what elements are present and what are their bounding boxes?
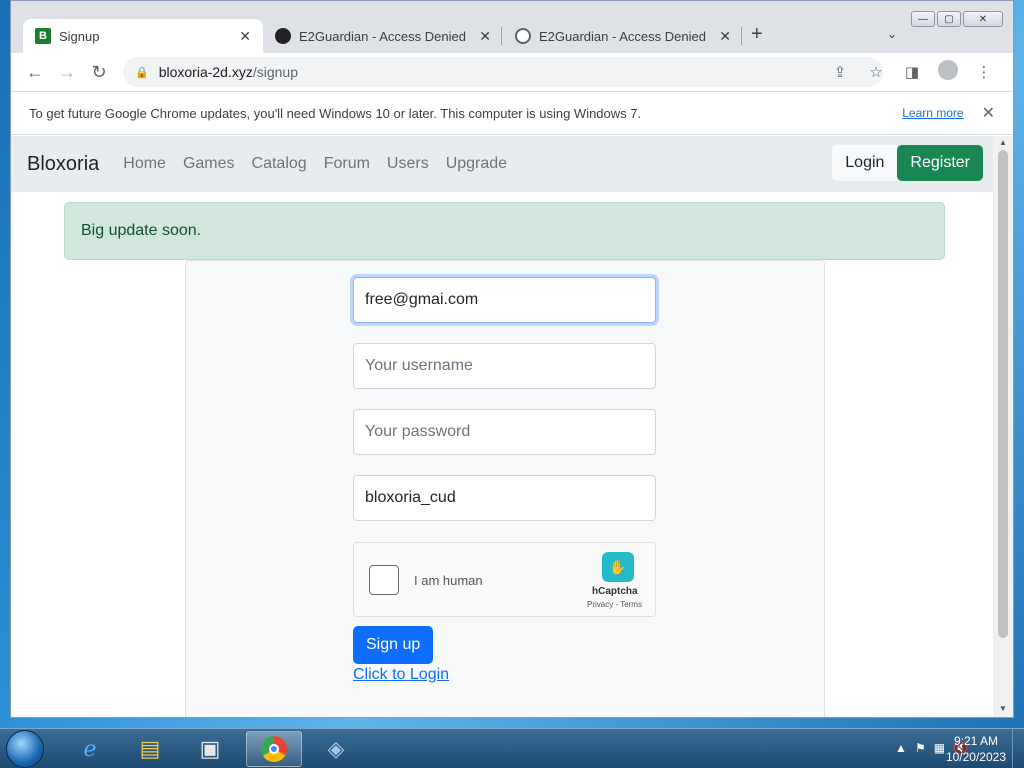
site-brand[interactable]: Bloxoria bbox=[27, 153, 99, 176]
tab-separator bbox=[501, 27, 502, 45]
captcha-label: I am human bbox=[414, 573, 483, 588]
password-input[interactable] bbox=[353, 409, 656, 455]
captcha-terms-link[interactable]: Privacy - Terms bbox=[587, 600, 642, 609]
close-tab-icon[interactable]: ✕ bbox=[239, 28, 251, 45]
chrome-logo-icon bbox=[261, 736, 287, 762]
hcaptcha-logo-icon: ✋ bbox=[602, 552, 634, 582]
share-icon[interactable]: ⇪ bbox=[825, 63, 855, 81]
window-controls: — ▢ ✕ bbox=[911, 11, 1003, 27]
forward-icon[interactable]: → bbox=[51, 62, 83, 83]
tab-title: E2Guardian - Access Denied bbox=[539, 28, 706, 44]
globe-icon bbox=[515, 28, 531, 44]
tab-search-chevron-icon[interactable]: ⌄ bbox=[887, 27, 897, 41]
back-icon[interactable]: ← bbox=[19, 62, 51, 83]
click-to-login-link[interactable]: Click to Login bbox=[353, 666, 449, 684]
action-center-flag-icon[interactable]: ⚑ bbox=[915, 741, 926, 755]
new-tab-icon[interactable]: + bbox=[751, 23, 763, 46]
github-icon bbox=[275, 28, 291, 44]
minimize-icon[interactable]: — bbox=[911, 11, 935, 27]
start-button[interactable] bbox=[6, 730, 44, 768]
tab-separator bbox=[741, 27, 742, 45]
close-tab-icon[interactable]: ✕ bbox=[479, 28, 491, 45]
internet-explorer-icon[interactable]: ℯ bbox=[62, 731, 118, 767]
show-hidden-icons-icon[interactable]: ▲ bbox=[895, 741, 907, 755]
close-window-icon[interactable]: ✕ bbox=[963, 11, 1003, 27]
scroll-up-icon[interactable]: ▲ bbox=[999, 138, 1007, 147]
login-button[interactable]: Login bbox=[832, 145, 898, 181]
network-icon[interactable]: ▦ bbox=[934, 741, 945, 755]
register-button[interactable]: Register bbox=[897, 145, 983, 181]
profile-avatar-icon[interactable] bbox=[933, 60, 963, 84]
site-navbar: Bloxoria Home Games Catalog Forum Users … bbox=[11, 136, 995, 192]
infobar-message: To get future Google Chrome updates, you… bbox=[29, 105, 642, 121]
username-input[interactable] bbox=[353, 343, 656, 389]
close-infobar-icon[interactable]: ✕ bbox=[982, 103, 995, 123]
learn-more-link[interactable]: Learn more bbox=[902, 106, 963, 120]
tab-e2guardian-1[interactable]: E2Guardian - Access Denied ✕ bbox=[263, 19, 503, 53]
address-path: /signup bbox=[252, 64, 299, 80]
hcaptcha-widget: I am human ✋ hCaptcha Privacy - Terms bbox=[353, 542, 656, 617]
chrome-window: — ▢ ✕ B Signup ✕ E2Guardian - Access Den… bbox=[10, 0, 1014, 718]
menu-kebab-icon[interactable]: ⋮ bbox=[969, 63, 999, 81]
close-tab-icon[interactable]: ✕ bbox=[719, 28, 731, 45]
scroll-thumb[interactable] bbox=[998, 150, 1008, 638]
reload-icon[interactable]: ↻ bbox=[83, 62, 115, 83]
show-desktop-button[interactable] bbox=[1012, 729, 1024, 768]
lock-icon[interactable]: 🔒 bbox=[135, 66, 149, 79]
nav-games[interactable]: Games bbox=[183, 155, 235, 173]
chrome-taskbar-icon[interactable] bbox=[246, 731, 302, 767]
signup-card: I am human ✋ hCaptcha Privacy - Terms Si… bbox=[185, 260, 825, 717]
page-viewport: Bloxoria Home Games Catalog Forum Users … bbox=[11, 136, 995, 717]
update-infobar: To get future Google Chrome updates, you… bbox=[11, 91, 1013, 135]
tab-title: Signup bbox=[59, 28, 100, 44]
announcement-alert: Big update soon. bbox=[64, 202, 945, 260]
nav-home[interactable]: Home bbox=[123, 155, 166, 173]
app-launcher-icon[interactable]: ▣ bbox=[182, 731, 238, 767]
address-bar[interactable]: 🔒 bloxoria-2d.xyz/signup bbox=[123, 57, 883, 87]
browser-toolbar: ← → ↻ 🔒 bloxoria-2d.xyz/signup ⇪ ☆ ◨ ⋮ bbox=[11, 53, 1013, 91]
virtualbox-icon[interactable]: ◈ bbox=[308, 731, 364, 767]
email-field[interactable] bbox=[353, 277, 656, 323]
nav-catalog[interactable]: Catalog bbox=[252, 155, 307, 173]
page-scrollbar[interactable]: ▲ ▼ bbox=[993, 136, 1013, 717]
side-panel-icon[interactable]: ◨ bbox=[897, 63, 927, 81]
nav-users[interactable]: Users bbox=[387, 155, 429, 173]
file-explorer-icon[interactable]: ▤ bbox=[122, 731, 178, 767]
tab-title: E2Guardian - Access Denied bbox=[299, 28, 466, 44]
auth-buttons: Login Register bbox=[832, 145, 983, 181]
clock-date: 10/20/2023 bbox=[945, 750, 1006, 764]
maximize-icon[interactable]: ▢ bbox=[937, 11, 961, 27]
nav-upgrade[interactable]: Upgrade bbox=[446, 155, 507, 173]
scroll-down-icon[interactable]: ▼ bbox=[999, 704, 1007, 713]
tab-e2guardian-2[interactable]: E2Guardian - Access Denied ✕ bbox=[503, 19, 743, 53]
nav-forum[interactable]: Forum bbox=[324, 155, 370, 173]
windows-taskbar: ℯ ▤ ▣ ◈ ▲ ⚑ ▦ 🔇 9:21 AM 10/20/2023 bbox=[0, 728, 1024, 768]
bloxoria-b-icon: B bbox=[35, 28, 51, 44]
bookmark-star-icon[interactable]: ☆ bbox=[861, 63, 891, 81]
signup-button[interactable]: Sign up bbox=[353, 626, 434, 664]
toolbar-actions: ⇪ ☆ ◨ ⋮ bbox=[825, 57, 999, 87]
taskbar-clock[interactable]: 9:21 AM 10/20/2023 bbox=[946, 733, 1006, 765]
address-domain: bloxoria-2d.xyz bbox=[158, 64, 253, 80]
clock-time: 9:21 AM bbox=[953, 734, 998, 748]
captcha-brand: hCaptcha bbox=[592, 586, 638, 597]
invite-code-field[interactable] bbox=[353, 475, 656, 521]
captcha-checkbox[interactable] bbox=[369, 565, 399, 595]
tab-signup[interactable]: B Signup ✕ bbox=[23, 19, 263, 53]
tab-strip: — ▢ ✕ B Signup ✕ E2Guardian - Access Den… bbox=[11, 1, 1013, 53]
